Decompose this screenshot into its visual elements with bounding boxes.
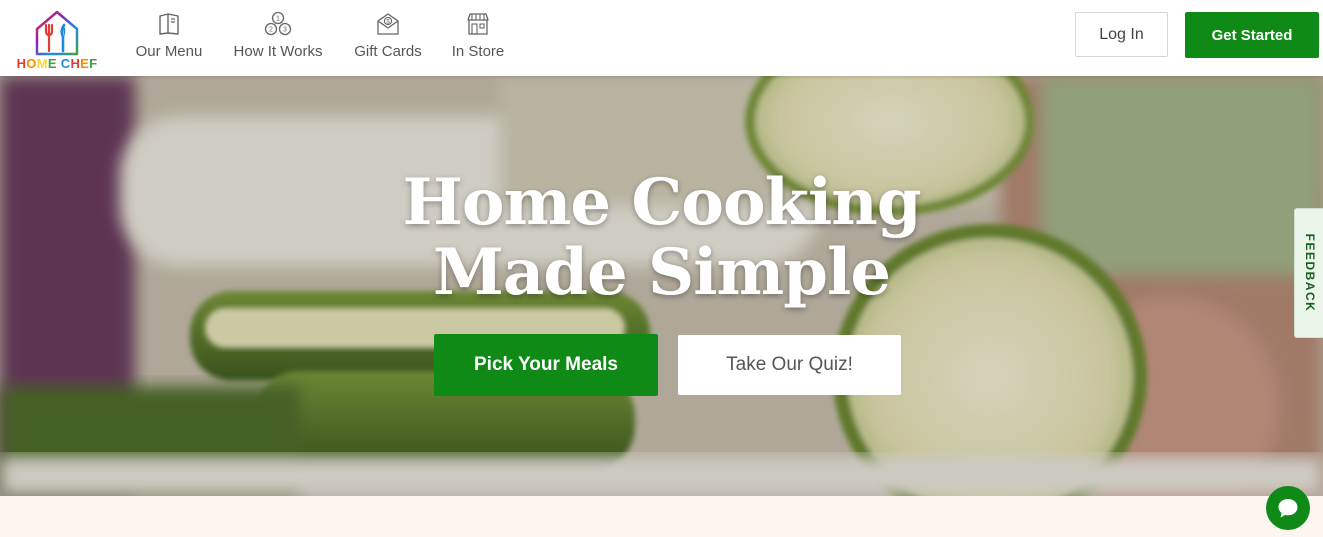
logo-letter: F: [89, 56, 98, 71]
hero-headline: Home Cooking Made Simple: [0, 168, 1323, 308]
feedback-tab[interactable]: FEEDBACK: [1294, 208, 1323, 338]
log-in-button[interactable]: Log In: [1075, 12, 1168, 57]
hero-headline-line2: Made Simple: [432, 235, 891, 310]
svg-text:3: 3: [283, 27, 287, 34]
site-header: HOME CHEF Our Menu 1 2 3 How It Works $ …: [0, 0, 1323, 76]
nav-our-menu[interactable]: Our Menu: [134, 11, 204, 67]
svg-text:1: 1: [276, 16, 280, 23]
chat-bubble-icon: [1278, 499, 1298, 518]
menu-book-icon: [159, 13, 179, 35]
logo-letter: E: [47, 56, 57, 71]
logo-letter: H: [16, 56, 27, 71]
storefront-icon: [467, 13, 489, 35]
svg-text:2: 2: [269, 27, 273, 34]
nav-gift-cards[interactable]: $ Gift Cards: [352, 11, 424, 67]
process-steps-icon: 1 2 3: [264, 11, 292, 36]
logo-letter: E: [80, 56, 90, 71]
hero-banner: Home Cooking Made Simple Pick Your Meals…: [0, 76, 1323, 496]
feedback-label: FEEDBACK: [1302, 233, 1317, 313]
get-started-button[interactable]: Get Started: [1185, 12, 1319, 58]
nav-label: In Store: [451, 43, 505, 60]
hero-headline-line1: Home Cooking: [402, 165, 921, 240]
nav-label: How It Works: [233, 43, 323, 60]
nav-in-store[interactable]: In Store: [450, 11, 506, 67]
take-our-quiz-button[interactable]: Take Our Quiz!: [678, 335, 901, 395]
logo-text: HOME CHEF: [14, 56, 100, 71]
pick-your-meals-button[interactable]: Pick Your Meals: [434, 334, 658, 396]
home-chef-logo[interactable]: HOME CHEF: [14, 9, 100, 71]
nav-label: Our Menu: [135, 43, 203, 60]
nav-how-it-works[interactable]: 1 2 3 How It Works: [230, 11, 326, 67]
logo-letter: H: [70, 56, 81, 71]
nav-label: Gift Cards: [354, 43, 422, 60]
chat-button[interactable]: [1266, 486, 1310, 530]
house-utensils-icon: [35, 10, 79, 56]
logo-letter: O: [26, 56, 37, 71]
logo-letter: M: [36, 56, 48, 71]
logo-letter: C: [60, 56, 71, 71]
gift-envelope-icon: $: [377, 13, 399, 35]
